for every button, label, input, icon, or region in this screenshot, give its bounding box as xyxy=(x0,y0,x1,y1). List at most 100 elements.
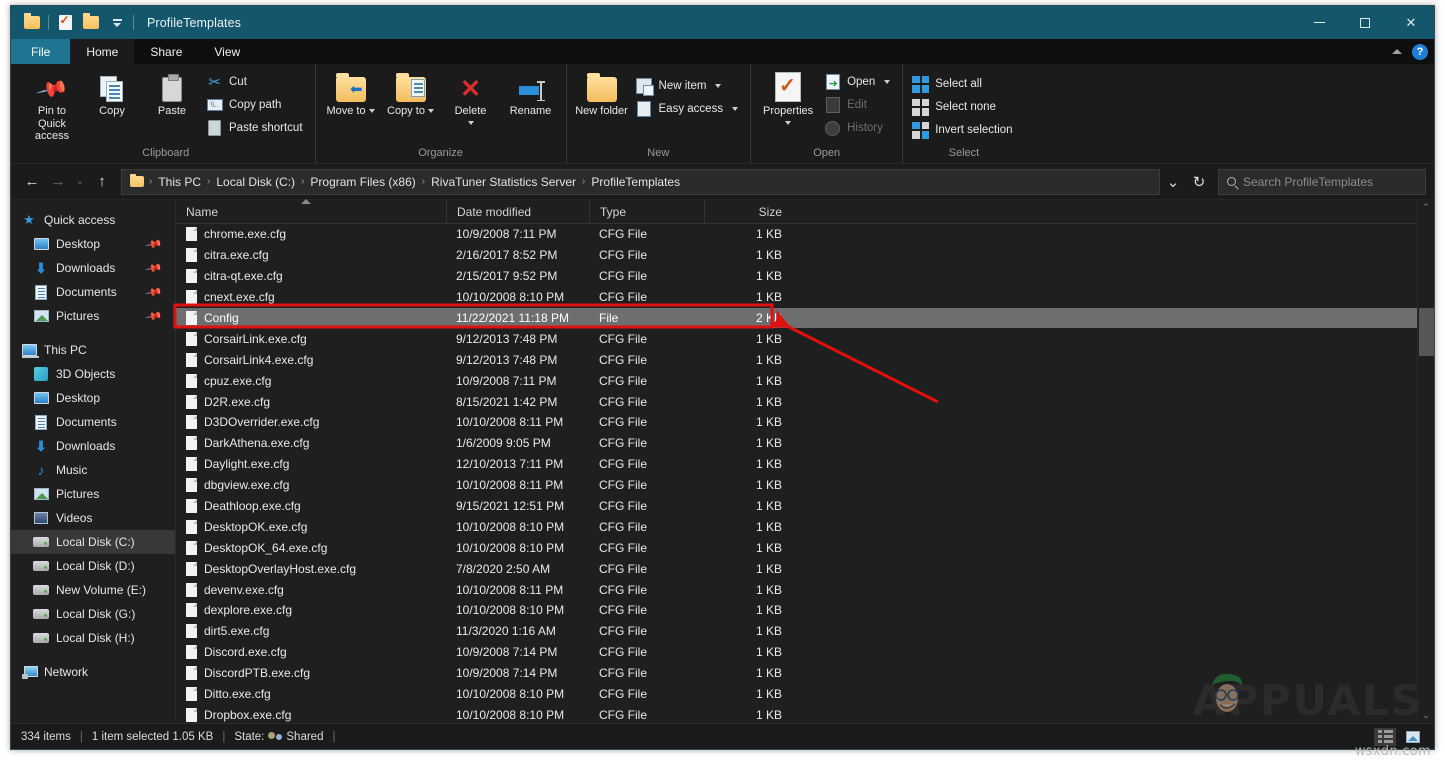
sidebar-item-local-disk-g[interactable]: Local Disk (G:) xyxy=(11,602,175,626)
table-row[interactable]: dirt5.exe.cfg11/3/2020 1:16 AMCFG File1 … xyxy=(176,621,1417,642)
table-row[interactable]: DarkAthena.exe.cfg1/6/2009 9:05 PMCFG Fi… xyxy=(176,433,1417,454)
sidebar-item-pictures[interactable]: Pictures xyxy=(11,482,175,506)
close-button[interactable]: ✕ xyxy=(1388,6,1434,39)
table-row[interactable]: Deathloop.exe.cfg9/15/2021 12:51 PMCFG F… xyxy=(176,496,1417,517)
column-header-date-modified[interactable]: Date modified xyxy=(446,200,589,224)
scroll-down-button[interactable]: ⌄ xyxy=(1422,710,1430,721)
qat-customize-button[interactable] xyxy=(104,10,130,36)
sidebar-item-this-pc[interactable]: This PC xyxy=(11,338,175,362)
breadcrumb-item-program-files[interactable]: Program Files (x86) xyxy=(306,175,419,189)
tab-home[interactable]: Home xyxy=(70,39,134,64)
scroll-up-button[interactable]: ⌃ xyxy=(1422,202,1430,213)
table-row[interactable]: D2R.exe.cfg8/15/2021 1:42 PMCFG File1 KB xyxy=(176,391,1417,412)
table-row[interactable]: citra-qt.exe.cfg2/15/2017 9:52 PMCFG Fil… xyxy=(176,266,1417,287)
qat-new-folder-button[interactable] xyxy=(78,10,104,36)
breadcrumb-item-local-disk-c[interactable]: Local Disk (C:) xyxy=(212,175,299,189)
breadcrumb[interactable]: › This PC › Local Disk (C:) › Program Fi… xyxy=(121,169,1160,195)
table-row[interactable]: Daylight.exe.cfg12/10/2013 7:11 PMCFG Fi… xyxy=(176,454,1417,475)
move-to-button[interactable]: ⬅ Move to xyxy=(322,69,380,121)
easy-access-button[interactable]: Easy access xyxy=(633,98,745,120)
column-header-name[interactable]: Name xyxy=(176,200,446,224)
table-row[interactable]: citra.exe.cfg2/16/2017 8:52 PMCFG File1 … xyxy=(176,245,1417,266)
vertical-scrollbar[interactable]: ⌃ ⌄ xyxy=(1417,200,1434,723)
maximize-button[interactable] xyxy=(1342,6,1388,39)
table-row[interactable]: CorsairLink.exe.cfg9/12/2013 7:48 PMCFG … xyxy=(176,328,1417,349)
sidebar-item-documents-qa[interactable]: Documents 📌 xyxy=(11,280,175,304)
file-date-cell: 9/12/2013 7:48 PM xyxy=(446,332,589,346)
scrollbar-track[interactable] xyxy=(1418,213,1435,710)
chevron-up-icon[interactable] xyxy=(1392,49,1402,54)
table-row[interactable]: dexplore.exe.cfg10/10/2008 8:10 PMCFG Fi… xyxy=(176,600,1417,621)
sidebar-item-downloads[interactable]: ⬇ Downloads xyxy=(11,434,175,458)
forward-button[interactable]: → xyxy=(45,169,71,195)
table-row[interactable]: chrome.exe.cfg10/9/2008 7:11 PMCFG File1… xyxy=(176,224,1417,245)
back-button[interactable]: ← xyxy=(19,169,45,195)
cut-button[interactable]: ✂ Cut xyxy=(203,71,309,93)
divider xyxy=(133,15,134,30)
tab-view[interactable]: View xyxy=(198,39,256,64)
copy-path-button[interactable]: \\.. Copy path xyxy=(203,94,309,116)
refresh-button[interactable]: ↻ xyxy=(1186,169,1212,195)
table-row[interactable]: devenv.exe.cfg10/10/2008 8:11 PMCFG File… xyxy=(176,579,1417,600)
sidebar-item-local-disk-c[interactable]: Local Disk (C:) xyxy=(11,530,175,554)
recent-locations-button[interactable]: ⌄ xyxy=(71,169,89,195)
pin-to-quick-access-button[interactable]: 📌 Pin to Quick access xyxy=(23,69,81,146)
edit-button[interactable]: Edit xyxy=(821,94,896,116)
select-none-button[interactable]: Select none xyxy=(909,96,1018,118)
sidebar-item-local-disk-d[interactable]: Local Disk (D:) xyxy=(11,554,175,578)
paste-shortcut-button[interactable]: Paste shortcut xyxy=(203,117,309,139)
sidebar-item-network[interactable]: Network xyxy=(11,660,175,684)
table-row[interactable]: DesktopOverlayHost.exe.cfg7/8/2020 2:50 … xyxy=(176,558,1417,579)
address-dropdown-button[interactable]: ⌄ xyxy=(1160,169,1186,195)
rename-button[interactable]: Rename xyxy=(502,69,560,121)
table-row[interactable]: cpuz.exe.cfg10/9/2008 7:11 PMCFG File1 K… xyxy=(176,370,1417,391)
sidebar-item-new-volume-e[interactable]: New Volume (E:) xyxy=(11,578,175,602)
table-row[interactable]: cnext.exe.cfg10/10/2008 8:10 PMCFG File1… xyxy=(176,287,1417,308)
minimize-button[interactable] xyxy=(1296,6,1342,39)
sidebar-item-quick-access[interactable]: ★ Quick access xyxy=(11,208,175,232)
sidebar-item-music[interactable]: ♪ Music xyxy=(11,458,175,482)
table-row[interactable]: D3DOverrider.exe.cfg10/10/2008 8:11 PMCF… xyxy=(176,412,1417,433)
open-button[interactable]: ➜ Open xyxy=(821,71,896,93)
sidebar-item-desktop[interactable]: Desktop xyxy=(11,386,175,410)
paste-button[interactable]: Paste xyxy=(143,69,201,121)
up-button[interactable]: ↑ xyxy=(89,169,115,195)
sidebar-item-3d-objects[interactable]: 3D Objects xyxy=(11,362,175,386)
sidebar-item-desktop-qa[interactable]: Desktop 📌 xyxy=(11,232,175,256)
new-folder-button[interactable]: New folder xyxy=(573,69,631,121)
table-row[interactable]: Config11/22/2021 11:18 PMFile2 KB xyxy=(176,308,1417,329)
sidebar-item-downloads-qa[interactable]: ⬇ Downloads 📌 xyxy=(11,256,175,280)
table-row[interactable]: CorsairLink4.exe.cfg9/12/2013 7:48 PMCFG… xyxy=(176,349,1417,370)
select-all-button[interactable]: Select all xyxy=(909,73,1018,95)
copy-button[interactable]: Copy xyxy=(83,69,141,121)
sidebar-item-documents[interactable]: Documents xyxy=(11,410,175,434)
breadcrumb-item-profiletemplates[interactable]: ProfileTemplates xyxy=(587,175,684,189)
new-item-button[interactable]: New item xyxy=(633,75,745,97)
file-type-cell: CFG File xyxy=(589,227,704,241)
tab-file[interactable]: File xyxy=(11,39,70,64)
tab-share[interactable]: Share xyxy=(134,39,198,64)
large-icons-view-button[interactable] xyxy=(1402,728,1424,746)
table-row[interactable]: dbgview.exe.cfg10/10/2008 8:11 PMCFG Fil… xyxy=(176,475,1417,496)
table-row[interactable]: Discord.exe.cfg10/9/2008 7:14 PMCFG File… xyxy=(176,642,1417,663)
breadcrumb-item-rivatuner[interactable]: RivaTuner Statistics Server xyxy=(427,175,580,189)
table-row[interactable]: DesktopOK_64.exe.cfg10/10/2008 8:10 PMCF… xyxy=(176,537,1417,558)
history-button[interactable]: History xyxy=(821,117,896,139)
details-view-button[interactable] xyxy=(1374,728,1396,746)
qat-folder-button[interactable] xyxy=(19,10,45,36)
copy-to-button[interactable]: Copy to xyxy=(382,69,440,121)
delete-button[interactable]: ✕ Delete xyxy=(442,69,500,128)
qat-properties-button[interactable] xyxy=(52,10,78,36)
help-icon[interactable]: ? xyxy=(1412,44,1428,60)
search-input[interactable]: Search ProfileTemplates xyxy=(1218,169,1426,195)
sidebar-item-videos[interactable]: Videos xyxy=(11,506,175,530)
column-header-size[interactable]: Size xyxy=(704,200,792,224)
table-row[interactable]: DesktopOK.exe.cfg10/10/2008 8:10 PMCFG F… xyxy=(176,516,1417,537)
properties-button[interactable]: Properties xyxy=(757,69,819,128)
column-header-type[interactable]: Type xyxy=(589,200,704,224)
scrollbar-thumb[interactable] xyxy=(1419,308,1434,356)
invert-selection-button[interactable]: Invert selection xyxy=(909,119,1018,141)
sidebar-item-pictures-qa[interactable]: Pictures 📌 xyxy=(11,304,175,328)
sidebar-item-local-disk-h[interactable]: Local Disk (H:) xyxy=(11,626,175,650)
breadcrumb-item-this-pc[interactable]: This PC xyxy=(154,175,205,189)
